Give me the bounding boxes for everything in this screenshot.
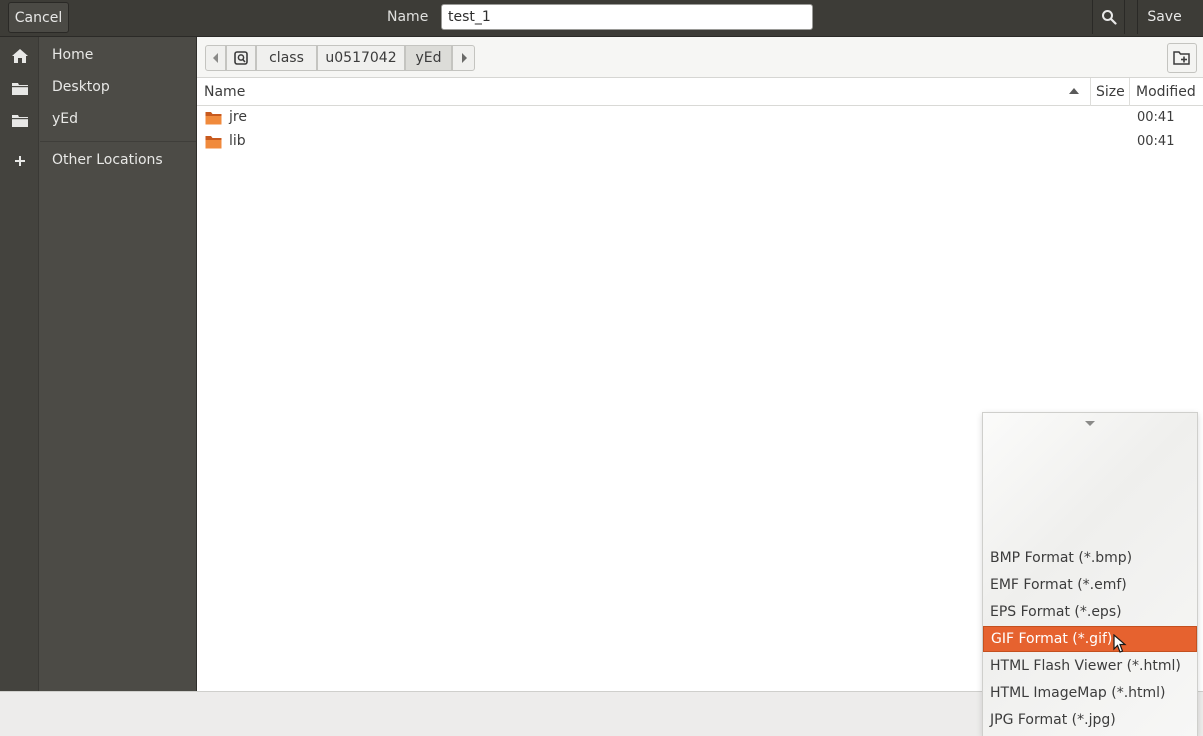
places-sidebar: Home Desktop yEd Other Locations [0,37,197,691]
header-bar: Cancel Name Save [0,0,1203,37]
file-row[interactable]: jre 00:41 [197,106,1203,130]
column-modified-header[interactable]: Modified [1136,84,1196,100]
file-type-option[interactable]: HTML ImageMap (*.html) [983,680,1197,706]
column-header: Name Size Modified [197,78,1203,106]
file-name: lib [229,133,246,149]
plus-icon [15,156,25,166]
create-folder-button[interactable] [1167,43,1197,73]
name-label: Name [387,9,429,25]
sidebar-item-other-locations[interactable]: Other Locations [0,146,196,176]
file-type-option[interactable]: EMF Format (*.emf) [983,572,1197,598]
file-type-menu: BMP Format (*.bmp) EMF Format (*.emf) EP… [982,412,1198,736]
sidebar-item-label: Other Locations [52,152,163,168]
search-button[interactable] [1092,0,1125,34]
path-root-button[interactable] [226,45,256,71]
search-icon [1101,10,1117,25]
sort-ascending-icon [1069,88,1079,94]
file-type-option-selected[interactable]: GIF Format (*.gif) [983,626,1197,652]
path-crumb-u0517042[interactable]: u0517042 [317,45,405,71]
cancel-button[interactable]: Cancel [8,2,69,33]
scroll-arrow-icon[interactable] [1085,421,1095,426]
filename-input[interactable] [441,4,813,30]
sidebar-divider [40,141,196,142]
column-divider [1129,78,1130,106]
file-modified: 00:41 [1137,134,1175,149]
folder-icon [12,115,28,127]
new-folder-icon [1173,51,1190,65]
column-divider [1090,78,1091,106]
drive-icon [234,51,248,65]
chevron-right-icon [461,53,467,63]
file-type-option[interactable]: JPG Format (*.jpg) [983,707,1197,733]
sidebar-item-desktop[interactable]: Desktop [0,73,196,103]
folder-icon [205,112,222,125]
file-type-option[interactable]: HTML Flash Viewer (*.html) [983,653,1197,679]
home-icon [12,49,28,63]
sidebar-item-home[interactable]: Home [0,41,196,71]
file-type-option[interactable]: BMP Format (*.bmp) [983,545,1197,571]
file-type-option[interactable]: EPS Format (*.eps) [983,599,1197,625]
sidebar-item-label: yEd [52,111,79,127]
path-bar: class u0517042 yEd [197,37,1203,78]
chevron-left-icon [212,53,218,63]
column-size-header[interactable]: Size [1096,84,1125,100]
sidebar-item-yed[interactable]: yEd [0,105,196,135]
sidebar-item-label: Desktop [52,79,110,95]
file-row[interactable]: lib 00:41 [197,130,1203,154]
folder-icon [12,83,28,95]
column-name-header[interactable]: Name [204,84,245,100]
sidebar-rail [0,37,39,691]
path-scroll-left-button[interactable] [205,45,226,71]
path-scroll-right-button[interactable] [452,45,475,71]
folder-icon [205,136,222,149]
file-name: jre [229,109,247,125]
path-crumb-yed[interactable]: yEd [405,45,452,71]
mouse-pointer-icon [1113,634,1127,653]
sidebar-item-label: Home [52,47,94,63]
file-modified: 00:41 [1137,110,1175,125]
path-crumb-class[interactable]: class [256,45,317,71]
save-button[interactable]: Save [1137,0,1191,34]
